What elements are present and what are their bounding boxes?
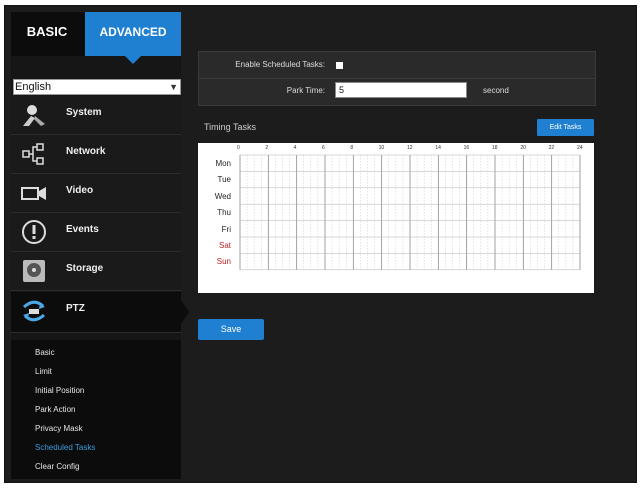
enable-row: Enable Scheduled Tasks: (199, 52, 595, 79)
storage-icon (21, 258, 47, 284)
schedule-grid-lines (239, 154, 581, 271)
chevron-down-icon: ▼ (169, 82, 178, 92)
sidebar-item-label: PTZ (66, 303, 85, 314)
park-time-unit: second (483, 86, 509, 95)
sidebar-item-video[interactable]: Video (11, 174, 181, 213)
edit-tasks-button[interactable]: Edit Tasks (537, 119, 594, 136)
sidebar-item-label: System (66, 107, 102, 118)
park-time-row: Park Time: 5 second (199, 78, 595, 104)
submenu-scheduled-tasks[interactable]: Scheduled Tasks (35, 443, 95, 452)
tab-advanced[interactable]: ADVANCED (85, 12, 181, 64)
sidebar-item-storage[interactable]: Storage (11, 252, 181, 291)
sidebar-item-label: Video (66, 185, 94, 196)
sidebar-item-system[interactable]: System (11, 96, 181, 135)
events-icon (21, 219, 47, 245)
sidebar-item-label: Network (66, 146, 106, 157)
submenu-park-action[interactable]: Park Action (35, 405, 75, 414)
enable-checkbox[interactable] (336, 62, 343, 69)
sidebar-item-label: Events (66, 224, 99, 235)
mode-tabs: BASIC ADVANCED (11, 12, 181, 64)
timing-tasks-title: Timing Tasks (204, 122, 257, 132)
sidebar-item-network[interactable]: Network (11, 135, 181, 174)
sidebar-item-label: Storage (66, 263, 104, 274)
sidebar-item-ptz[interactable]: PTZ (11, 292, 189, 333)
submenu-limit[interactable]: Limit (35, 367, 52, 376)
park-time-input[interactable]: 5 (335, 82, 467, 98)
submenu-initial-position[interactable]: Initial Position (35, 386, 84, 395)
network-icon (21, 141, 47, 167)
tab-basic[interactable]: BASIC (11, 12, 83, 56)
enable-label: Enable Scheduled Tasks: (235, 60, 325, 69)
park-time-label: Park Time: (286, 86, 325, 95)
submenu-clear-config[interactable]: Clear Config (35, 462, 79, 471)
language-selected: English (15, 81, 52, 93)
schedule-grid[interactable]: 0 2 4 6 8 10 12 14 16 18 20 22 24 Mon Tue Wed Thu Fri Sat… (198, 143, 594, 293)
ptz-icon (21, 298, 47, 324)
save-button[interactable]: Save (198, 319, 264, 340)
language-select[interactable]: English ▼ (13, 79, 181, 95)
scheduled-tasks-config: Enable Scheduled Tasks: Park Time: 5 sec… (198, 51, 596, 106)
sidebar: BASIC ADVANCED English ▼ System Network … (11, 12, 189, 479)
submenu-basic[interactable]: Basic (35, 348, 55, 357)
ptz-submenu: Basic Limit Initial Position Park Action… (11, 340, 181, 479)
sidebar-item-events[interactable]: Events (11, 213, 181, 252)
video-icon (21, 180, 47, 206)
system-icon (21, 102, 47, 128)
submenu-privacy-mask[interactable]: Privacy Mask (35, 424, 83, 433)
